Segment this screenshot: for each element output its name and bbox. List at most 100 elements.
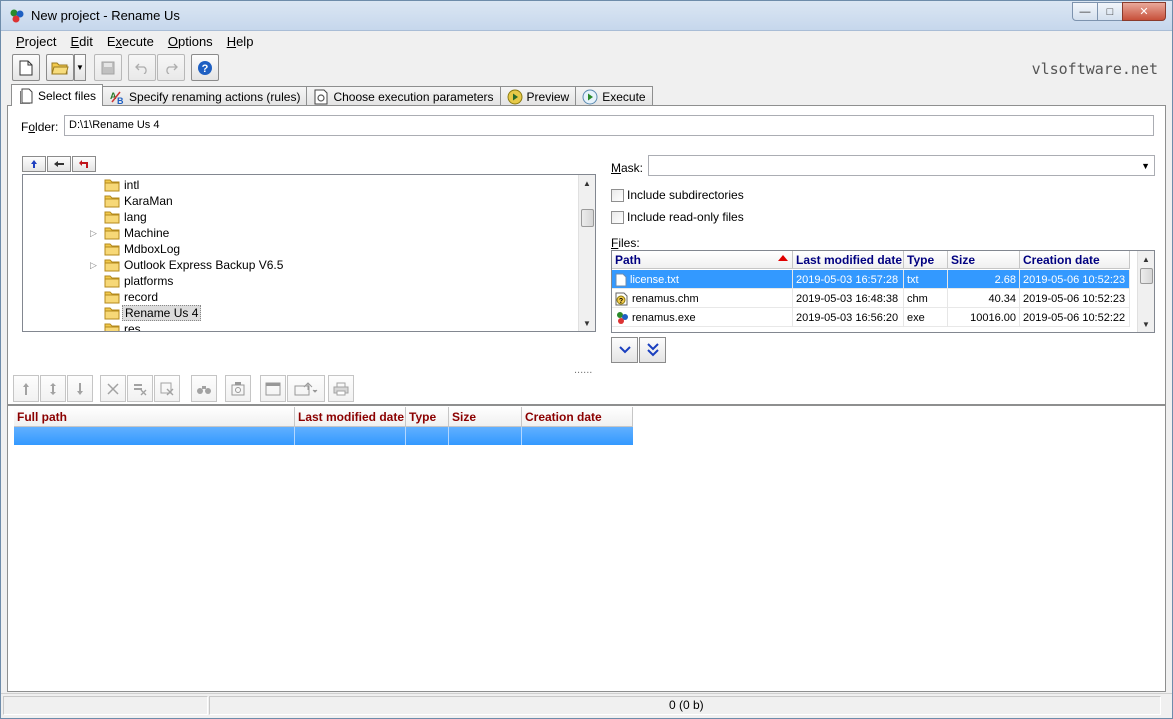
file-row[interactable]: renamus.exe 2019-05-03 16:56:20 exe 10016.0… xyxy=(612,308,1130,327)
add-selected-button[interactable] xyxy=(611,337,638,363)
tab-execute[interactable]: Execute xyxy=(575,86,653,106)
move-top-button[interactable] xyxy=(13,375,39,402)
help-button[interactable]: ? xyxy=(191,54,219,81)
scroll-up-arrow[interactable]: ▲ xyxy=(579,175,595,191)
menu-execute[interactable]: Execute xyxy=(100,34,161,49)
column-size[interactable]: Size xyxy=(948,251,1020,269)
column-creation-date[interactable]: Creation date xyxy=(1020,251,1130,269)
file-row[interactable]: ? renamus.chm 2019-05-03 16:48:38 chm 40.34 2… xyxy=(612,289,1130,308)
open-project-button[interactable] xyxy=(46,54,74,81)
close-button[interactable]: ✕ xyxy=(1122,2,1166,21)
tree-node[interactable]: ▷ Machine xyxy=(23,225,578,241)
title-bar[interactable]: New project - Rename Us — □ ✕ xyxy=(1,1,1172,31)
column-creation-date[interactable]: Creation date xyxy=(522,407,633,427)
cell-text: renamus.exe xyxy=(632,311,696,324)
clear-list-icon xyxy=(160,382,174,395)
mask-combobox[interactable]: ▼ xyxy=(648,155,1155,176)
column-last-modified[interactable]: Last modified date xyxy=(295,407,406,427)
column-type[interactable]: Type xyxy=(406,407,449,427)
scroll-down-arrow[interactable]: ▼ xyxy=(579,315,595,331)
move-updown-button[interactable] xyxy=(40,375,66,402)
print-button[interactable] xyxy=(328,375,354,402)
tree-node[interactable]: lang xyxy=(23,209,578,225)
folder-input[interactable]: D:\1\Rename Us 4 xyxy=(64,115,1154,136)
add-all-button[interactable] xyxy=(639,337,666,363)
tree-scrollbar[interactable]: ▲ ▼ xyxy=(578,175,595,331)
filter-button[interactable] xyxy=(225,375,251,402)
column-last-modified[interactable]: Last modified date xyxy=(793,251,904,269)
chevron-down-icon xyxy=(618,346,631,354)
column-path[interactable]: Path xyxy=(612,251,793,269)
tab-rules[interactable]: AB Specify renaming actions (rules) xyxy=(102,86,308,106)
table-row[interactable] xyxy=(14,427,633,445)
splitter-handle[interactable]: ...... xyxy=(574,364,592,376)
folder-up-button[interactable] xyxy=(22,156,46,172)
cell-text: 2019-05-06 10:52:23 xyxy=(1023,292,1126,305)
folder-icon xyxy=(104,195,120,208)
menu-options[interactable]: Options xyxy=(161,34,220,49)
cell-text: 2019-05-06 10:52:22 xyxy=(1023,311,1126,324)
folder-return-button[interactable] xyxy=(72,156,96,172)
tree-node[interactable]: intl xyxy=(23,177,578,193)
scroll-down-arrow[interactable]: ▼ xyxy=(1138,316,1154,332)
tree-node[interactable]: MdboxLog xyxy=(23,241,578,257)
column-size[interactable]: Size xyxy=(449,407,522,427)
cell-text: 10016.00 xyxy=(970,311,1016,324)
app-icon xyxy=(10,9,24,23)
expand-arrow-icon[interactable]: ▷ xyxy=(90,260,98,271)
tree-node[interactable]: KaraMan xyxy=(23,193,578,209)
remove-selected-button[interactable] xyxy=(127,375,153,402)
open-recent-dropdown[interactable]: ▼ xyxy=(74,54,86,81)
files-scrollbar[interactable]: ▲ ▼ xyxy=(1137,251,1154,332)
tree-node[interactable]: res xyxy=(23,321,578,331)
tree-node[interactable]: Rename Us 4 xyxy=(23,305,578,321)
table-cell xyxy=(295,427,406,445)
menu-project[interactable]: Project xyxy=(9,34,63,49)
cell-path: ? renamus.chm xyxy=(612,289,793,308)
redo-button[interactable] xyxy=(157,54,185,81)
new-project-button[interactable] xyxy=(12,54,40,81)
app-window: New project - Rename Us — □ ✕ Project Ed… xyxy=(0,0,1173,719)
tab-preview[interactable]: Preview xyxy=(499,86,577,106)
tree-node[interactable]: ▷ Outlook Express Backup V6.5 xyxy=(23,257,578,273)
column-type[interactable]: Type xyxy=(904,251,948,269)
move-down-button[interactable] xyxy=(67,375,93,402)
files-grid[interactable]: Path Last modified date Type Size Creati… xyxy=(611,250,1155,333)
scroll-thumb[interactable] xyxy=(1140,268,1153,284)
remove-button[interactable] xyxy=(100,375,126,402)
export-button[interactable] xyxy=(287,375,325,402)
execute-icon xyxy=(582,89,598,105)
clear-list-button[interactable] xyxy=(154,375,180,402)
folder-icon xyxy=(104,323,120,331)
tab-parameters[interactable]: Choose execution parameters xyxy=(306,86,501,106)
folder-back-button[interactable] xyxy=(47,156,71,172)
scroll-thumb[interactable] xyxy=(581,209,594,227)
rename-list-grid[interactable]: Full path Last modified date Type Size C… xyxy=(7,405,1166,692)
tree-node[interactable]: record xyxy=(23,289,578,305)
folder-tree[interactable]: intl KaraMan lang ▷ Machine MdboxLog ▷ Outlook … xyxy=(22,174,596,332)
scroll-up-arrow[interactable]: ▲ xyxy=(1138,251,1154,267)
tab-select-files[interactable]: Select files xyxy=(11,84,104,106)
expand-arrow-icon[interactable]: ▷ xyxy=(90,228,98,239)
column-full-path[interactable]: Full path xyxy=(14,407,295,427)
folder-icon xyxy=(104,211,120,224)
minimize-icon: — xyxy=(1079,5,1091,18)
menu-help[interactable]: Help xyxy=(220,34,261,49)
chevron-down-icon: ▼ xyxy=(1141,161,1150,171)
undo-button[interactable] xyxy=(128,54,156,81)
menu-edit[interactable]: Edit xyxy=(63,34,99,49)
maximize-button[interactable]: □ xyxy=(1097,2,1123,21)
columns-button[interactable] xyxy=(260,375,286,402)
tree-node-label: MdboxLog xyxy=(124,242,181,256)
file-row[interactable]: license.txt 2019-05-03 16:57:28 txt 2.68 201… xyxy=(612,270,1130,289)
tree-node[interactable]: platforms xyxy=(23,273,578,289)
delete-x-icon xyxy=(107,382,119,395)
minimize-button[interactable]: — xyxy=(1072,2,1098,21)
save-project-button[interactable] xyxy=(94,54,122,81)
include-readonly-checkbox[interactable]: Include read-only files xyxy=(611,210,744,224)
cell-type: chm xyxy=(904,289,948,308)
arrow-up-icon xyxy=(31,160,37,168)
main-toolbar: ▼ ? vlsoftware.net xyxy=(1,51,1172,83)
include-subdirectories-checkbox[interactable]: Include subdirectories xyxy=(611,188,744,202)
find-button[interactable] xyxy=(191,375,217,402)
